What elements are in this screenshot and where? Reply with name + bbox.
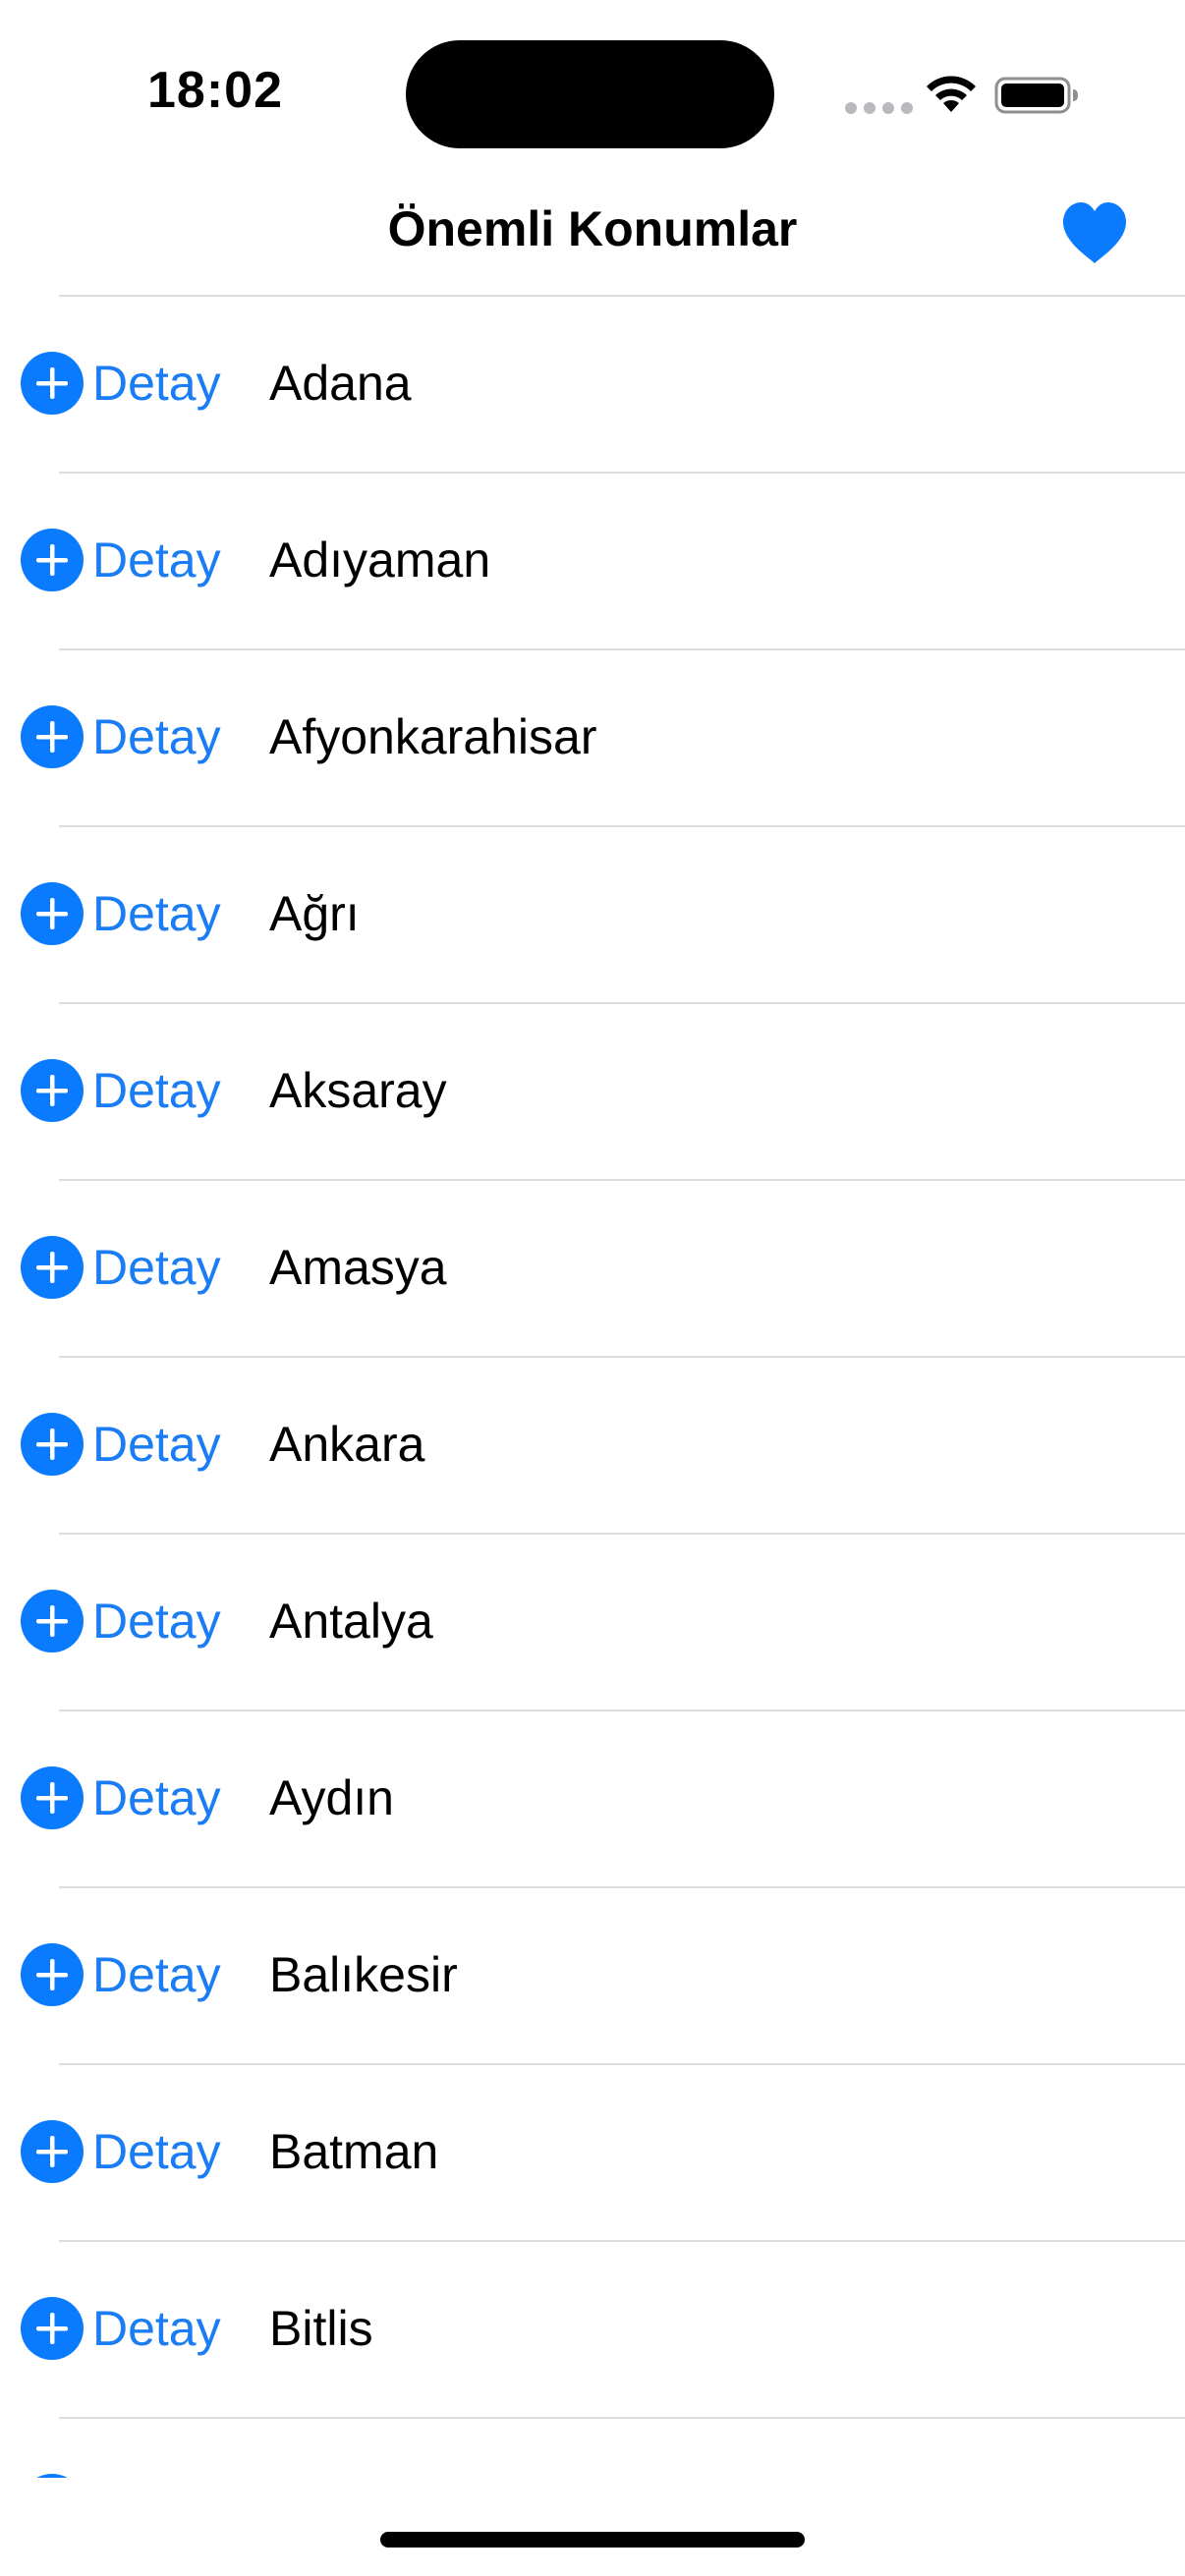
list-item[interactable]: Detay Ankara [0, 1356, 1185, 1533]
city-name: Antalya [269, 1594, 433, 1649]
detail-button[interactable]: Detay [92, 1766, 221, 1829]
list-item-partial [0, 2417, 1185, 2478]
plus-circle-icon[interactable] [20, 528, 85, 592]
plus-circle-icon[interactable] [20, 881, 85, 946]
city-name: Amasya [269, 1240, 447, 1295]
city-name: Balıkesir [269, 1947, 458, 2002]
heart-icon[interactable] [1059, 198, 1130, 269]
battery-full-icon [994, 77, 1078, 114]
list-item[interactable]: Detay Ağrı [0, 825, 1185, 1002]
detail-button[interactable]: Detay [92, 1943, 221, 2006]
city-name: Adıyaman [269, 532, 491, 588]
city-name: Adana [269, 356, 412, 411]
detail-button[interactable]: Detay [92, 705, 221, 768]
list-item[interactable]: Detay Afyonkarahisar [0, 648, 1185, 825]
plus-circle-icon[interactable] [20, 1235, 85, 1300]
list-item[interactable]: Detay Antalya [0, 1533, 1185, 1709]
detail-button[interactable]: Detay [92, 1236, 221, 1299]
city-name: Aydın [269, 1770, 394, 1825]
city-name: Batman [269, 2124, 439, 2179]
cellular-signal-icon [845, 102, 913, 114]
detail-button[interactable]: Detay [92, 1590, 221, 1652]
plus-circle-icon[interactable] [20, 1412, 85, 1477]
list-item[interactable]: Detay Balıkesir [0, 1886, 1185, 2063]
list-item[interactable]: Detay Adana [0, 295, 1185, 472]
plus-circle-icon[interactable] [20, 1589, 85, 1653]
plus-circle-icon [36, 2474, 68, 2478]
dynamic-island [406, 40, 774, 148]
city-list: Detay Adana Detay Adıyaman Detay Afyonkarahis… [0, 295, 1185, 2478]
city-name: Afyonkarahisar [269, 709, 597, 764]
detail-button[interactable]: Detay [92, 1059, 221, 1122]
detail-button[interactable]: Detay [92, 352, 221, 415]
list-item[interactable]: Detay Batman [0, 2063, 1185, 2240]
list-item[interactable]: Detay Amasya [0, 1179, 1185, 1356]
city-name: Ankara [269, 1417, 425, 1472]
plus-circle-icon[interactable] [20, 2296, 85, 2361]
plus-circle-icon[interactable] [20, 1058, 85, 1123]
page-title: Önemli Konumlar [387, 201, 798, 256]
plus-circle-icon[interactable] [20, 1942, 85, 2007]
plus-circle-icon[interactable] [20, 704, 85, 769]
plus-circle-icon[interactable] [20, 2119, 85, 2184]
plus-circle-icon[interactable] [20, 351, 85, 416]
navigation-bar: Önemli Konumlar [0, 177, 1185, 295]
home-indicator [380, 2532, 805, 2548]
detail-button[interactable]: Detay [92, 882, 221, 945]
city-name: Bitlis [269, 2301, 373, 2356]
plus-circle-icon[interactable] [20, 1765, 85, 1830]
status-bar: 18:02 [0, 0, 1185, 177]
city-name: Ağrı [269, 886, 360, 941]
status-time: 18:02 [147, 62, 283, 119]
wifi-icon [927, 76, 976, 112]
city-name: Aksaray [269, 1063, 447, 1118]
list-item[interactable]: Detay Aksaray [0, 1002, 1185, 1179]
list-item[interactable]: Detay Bitlis [0, 2240, 1185, 2417]
detail-button[interactable]: Detay [92, 2297, 221, 2360]
list-item[interactable]: Detay Aydın [0, 1709, 1185, 1886]
detail-button[interactable]: Detay [92, 529, 221, 591]
detail-button[interactable]: Detay [92, 2120, 221, 2183]
detail-button[interactable]: Detay [92, 1413, 221, 1476]
list-item[interactable]: Detay Adıyaman [0, 472, 1185, 648]
